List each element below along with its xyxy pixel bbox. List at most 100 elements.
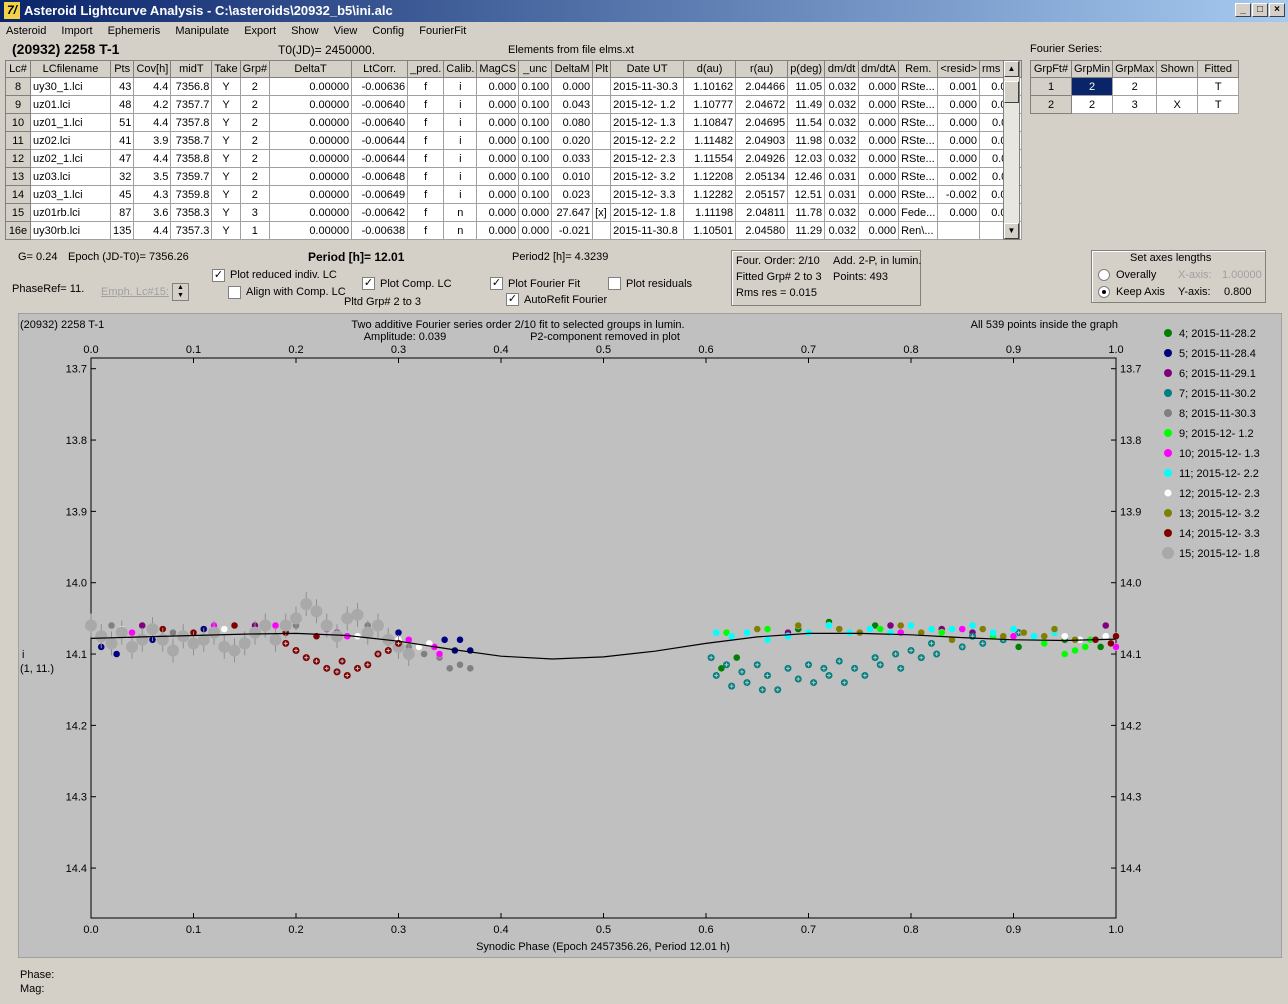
lc-table-cell[interactable]: Y [211, 113, 241, 132]
lc-table-cell[interactable]: 0.000 [858, 185, 900, 204]
lc-table-cell[interactable]: 2015-12- 3.3 [610, 185, 685, 204]
lc-table-cell[interactable]: uz01_1.lci [30, 113, 111, 132]
lc-col-header[interactable]: _pred. [407, 60, 445, 78]
fs-table-cell[interactable]: 2 [1030, 95, 1072, 114]
lc-table-cell[interactable] [592, 131, 612, 150]
lc-table-cell[interactable]: 0.032 [824, 77, 860, 96]
lc-table-row[interactable]: 14 uz03_1.lci 45 4.3 7359.8 Y 2 0.00000 -0.00649… [5, 185, 1022, 204]
lc-table-cell[interactable]: -0.00640 [351, 113, 409, 132]
lc-table-cell[interactable]: 4.4 [133, 77, 172, 96]
lc-table-cell[interactable]: 2015-12- 1.3 [610, 113, 685, 132]
lc-table-cell[interactable]: 0.00000 [269, 185, 353, 204]
lc-table-cell[interactable]: RSte... [898, 95, 939, 114]
lc-table-cell[interactable]: f [407, 203, 445, 222]
emph-spinner[interactable]: ▲ ▼ [172, 283, 189, 301]
lc-table-cell[interactable]: Y [211, 131, 241, 150]
menu-manipulate[interactable]: Manipulate [169, 23, 235, 37]
lc-table-cell[interactable]: -0.00642 [351, 203, 409, 222]
lc-col-header[interactable]: Pts [109, 60, 135, 78]
lc-col-header[interactable]: DeltaM [551, 60, 594, 78]
align-comp-checkbox[interactable] [228, 286, 241, 299]
plot-reduced-checkbox[interactable]: ✓ [212, 269, 225, 282]
lc-table-cell[interactable]: f [407, 185, 445, 204]
lc-table-cell[interactable]: 51 [109, 113, 135, 132]
lc-col-header[interactable]: dm/dtA [858, 60, 900, 78]
lc-table-cell[interactable]: 0.000 [858, 131, 900, 150]
lc-table-cell[interactable]: Y [211, 185, 241, 204]
lc-table-cell[interactable]: 2015-11-30.3 [610, 77, 685, 96]
lc-table-cell[interactable]: 3.9 [133, 131, 172, 150]
lc-table-cell[interactable]: 2015-12- 2.2 [610, 131, 685, 150]
lc-col-header[interactable]: MagCS [476, 60, 520, 78]
lc-table-cell[interactable]: 2.04466 [735, 77, 789, 96]
lc-table-cell[interactable]: 0.00000 [269, 203, 353, 222]
lc-table-cell[interactable]: i [443, 185, 478, 204]
lc-table-cell[interactable]: uz03.lci [30, 167, 111, 186]
lc-table-cell[interactable]: 2.04672 [735, 95, 789, 114]
lc-table-cell[interactable]: 0.00000 [269, 95, 353, 114]
lc-table-cell[interactable]: 87 [109, 203, 135, 222]
overally-radio[interactable] [1098, 269, 1110, 281]
lc-table-cell[interactable]: -0.00636 [351, 77, 409, 96]
lc-table-cell[interactable]: 2.04695 [735, 113, 789, 132]
lc-table-cell[interactable]: RSte... [898, 131, 939, 150]
lc-table-cell[interactable]: 0.000 [937, 113, 981, 132]
lc-table-cell[interactable]: f [407, 149, 445, 168]
lightcurve-plot-panel[interactable]: (20932) 2258 T-1 Two additive Fourier se… [18, 313, 1282, 958]
lc-table-cell[interactable]: 0.000 [476, 221, 520, 240]
lc-col-header[interactable]: r(au) [735, 60, 789, 78]
lc-table-cell[interactable]: uy30rb.lci [30, 221, 111, 240]
lc-table-cell[interactable]: 0.000 [858, 77, 900, 96]
lc-table-cell[interactable]: 0.020 [551, 131, 594, 150]
lc-table-cell[interactable]: 41 [109, 131, 135, 150]
lc-table-cell[interactable]: 0.100 [518, 149, 553, 168]
lc-table-cell[interactable]: 11.54 [787, 113, 826, 132]
lc-table-cell[interactable]: 0.000 [858, 149, 900, 168]
fs-table-cell[interactable]: X [1156, 95, 1199, 114]
close-button[interactable]: × [1269, 3, 1285, 17]
lc-table-cell[interactable]: 43 [109, 77, 135, 96]
fs-table-cell[interactable]: 1 [1030, 77, 1072, 96]
lc-table-cell[interactable]: f [407, 95, 445, 114]
lc-table-cell[interactable]: -0.00644 [351, 131, 409, 150]
lc-table-row[interactable]: 13 uz03.lci 32 3.5 7359.7 Y 2 0.00000 -0.00648 f i… [5, 167, 1022, 186]
lc-table-cell[interactable]: i [443, 113, 478, 132]
fourier-series-table[interactable]: GrpFt# GrpMin GrpMax Shown Fitted 122T223XT [1030, 60, 1240, 114]
lc-table-cell[interactable]: 2 [239, 185, 271, 204]
lc-table-cell[interactable]: f [407, 167, 445, 186]
lc-table-cell[interactable]: 2.04811 [735, 203, 789, 222]
lc-table-cell[interactable]: uz02.lci [30, 131, 111, 150]
lc-table-cell[interactable]: 0.010 [551, 167, 594, 186]
lc-table-cell[interactable]: 1.10501 [683, 221, 737, 240]
lc-table-cell[interactable]: uz01.lci [30, 95, 111, 114]
lc-table-cell[interactable]: f [407, 77, 445, 96]
lc-table-cell[interactable]: 2 [239, 149, 271, 168]
lc-col-header[interactable]: Rem. [898, 60, 939, 78]
lc-table-cell[interactable]: 0.000 [476, 131, 520, 150]
lc-col-header[interactable]: LtCorr. [351, 60, 409, 78]
fs-col-header[interactable]: Fitted [1197, 60, 1240, 78]
lc-table-row[interactable]: 8 uy30_1.lci 43 4.4 7356.8 Y 2 0.00000 -0.00636 f… [5, 77, 1022, 96]
fs-table-cell[interactable]: T [1197, 77, 1240, 96]
lc-table-cell[interactable]: 0.100 [518, 131, 553, 150]
lc-table-cell[interactable]: n [443, 203, 478, 222]
lc-table-cell[interactable]: -0.021 [551, 221, 594, 240]
lc-table-cell[interactable]: 2 [239, 77, 271, 96]
lc-table-cell[interactable]: 45 [109, 185, 135, 204]
lc-table-cell[interactable]: 2015-12- 1.2 [610, 95, 685, 114]
menu-import[interactable]: Import [55, 23, 98, 37]
lc-table-cell[interactable]: 0.000 [518, 221, 553, 240]
menu-view[interactable]: View [328, 23, 364, 37]
lc-table-cell[interactable]: 11.78 [787, 203, 826, 222]
scroll-down-icon[interactable]: ▼ [1004, 223, 1019, 239]
lc-table-cell[interactable]: 3.5 [133, 167, 172, 186]
lc-table-cell[interactable]: 7358.7 [170, 131, 213, 150]
lc-table-cell[interactable]: 11 [5, 131, 31, 150]
lc-table-cell[interactable]: 2.04580 [735, 221, 789, 240]
scroll-up-icon[interactable]: ▲ [1004, 61, 1019, 77]
lc-table-cell[interactable]: i [443, 149, 478, 168]
lc-table-cell[interactable]: Ren\... [898, 221, 939, 240]
lc-table-cell[interactable]: 47 [109, 149, 135, 168]
fs-table-cell[interactable]: 2 [1070, 95, 1114, 114]
lightcurve-table[interactable]: Lc# LCfilename Pts Cov[h] midT Take Grp# DeltaT… [5, 60, 1022, 240]
